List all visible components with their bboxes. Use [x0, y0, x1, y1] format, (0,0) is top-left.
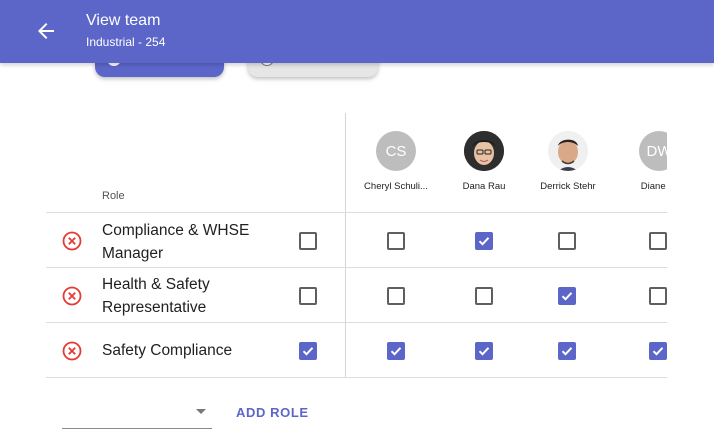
user-photo-icon — [548, 131, 588, 171]
avatar[interactable] — [464, 131, 504, 171]
app-bar: View team Industrial - 254 — [0, 0, 714, 63]
arrow-left-icon[interactable] — [34, 19, 58, 43]
user-role-checkbox[interactable] — [475, 287, 493, 305]
user-role-checkbox[interactable] — [649, 232, 667, 250]
user-role-checkbox[interactable] — [649, 287, 667, 305]
page-subtitle: Industrial - 254 — [86, 35, 166, 49]
user-name: Derrick Stehr — [540, 181, 596, 192]
user-column: DW Diane W — [614, 131, 667, 192]
avatar-initials: CS — [385, 142, 407, 160]
user-role-checkbox[interactable] — [387, 232, 405, 250]
role-name: Safety Compliance — [102, 342, 233, 359]
user-name: Cheryl Schuli... — [364, 181, 428, 192]
remove-circle-icon[interactable] — [62, 231, 82, 251]
user-column: CS Cheryl Schuli... — [351, 131, 441, 192]
user-role-checkbox[interactable] — [387, 342, 405, 360]
user-name: Diane W — [640, 181, 667, 192]
role-name: Compliance & WHSE Manager — [102, 222, 250, 262]
user-name: Dana Rau — [462, 181, 506, 192]
page-title: View team — [86, 12, 161, 29]
role-select[interactable] — [62, 400, 212, 429]
dropdown-arrow-icon — [196, 409, 206, 414]
user-role-checkbox[interactable] — [649, 342, 667, 360]
role-all-checkbox[interactable] — [299, 342, 317, 360]
role-name: Health & Safety Representative — [102, 276, 210, 316]
user-role-checkbox[interactable] — [475, 232, 493, 250]
user-photo-icon — [464, 131, 504, 171]
avatar[interactable]: CS — [376, 131, 416, 171]
role-all-checkbox[interactable] — [299, 232, 317, 250]
avatar[interactable] — [548, 131, 588, 171]
user-role-checkbox[interactable] — [558, 232, 576, 250]
avatar-initials: DW — [646, 142, 668, 160]
remove-circle-icon[interactable] — [62, 341, 82, 361]
user-role-checkbox[interactable] — [558, 287, 576, 305]
user-column: Derrick Stehr — [523, 131, 613, 192]
user-role-checkbox[interactable] — [387, 287, 405, 305]
role-all-checkbox[interactable] — [299, 287, 317, 305]
role-column-header: Role — [102, 190, 125, 202]
add-role-button[interactable]: ADD ROLE — [236, 405, 309, 420]
user-role-checkbox[interactable] — [475, 342, 493, 360]
user-column: Dana Rau — [439, 131, 529, 192]
avatar[interactable]: DW — [639, 131, 667, 171]
remove-circle-icon[interactable] — [62, 286, 82, 306]
user-role-checkbox[interactable] — [558, 342, 576, 360]
user-matrix: CS Cheryl Schuli... Dana Rau Derrick Ste… — [346, 113, 667, 378]
